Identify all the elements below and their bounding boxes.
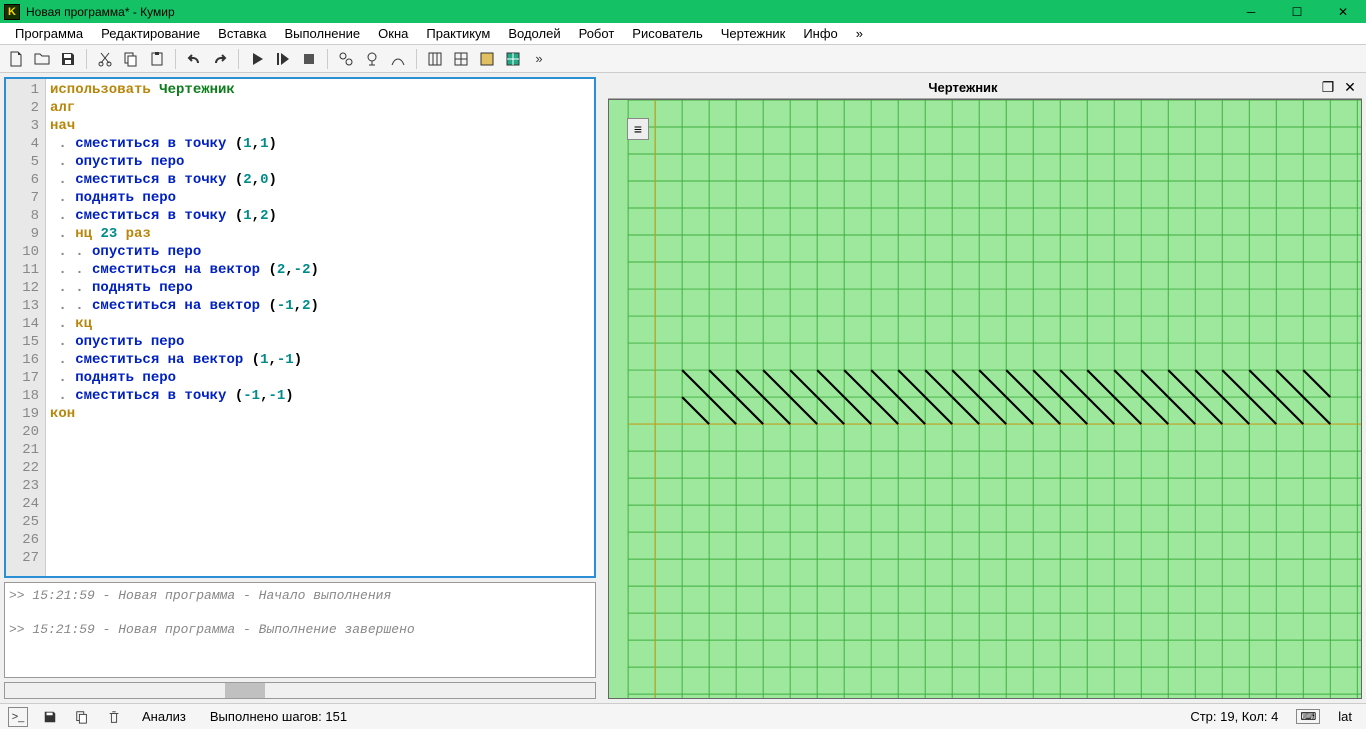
canvas-menu-button[interactable]: ≡ — [627, 118, 649, 140]
stop-icon[interactable] — [297, 47, 321, 71]
save-file-icon[interactable] — [56, 47, 80, 71]
actor-robot-icon[interactable] — [360, 47, 384, 71]
menu-Водолей[interactable]: Водолей — [499, 24, 569, 43]
view-grid1-icon[interactable] — [423, 47, 447, 71]
menu-Выполнение[interactable]: Выполнение — [275, 24, 369, 43]
run-icon[interactable] — [245, 47, 269, 71]
code-editor[interactable]: 1234567891011121314151617181920212223242… — [4, 77, 596, 578]
drawing-canvas[interactable]: ≡ — [608, 99, 1362, 699]
status-bar: >_ Анализ Выполнено шагов: 151 Стр: 19, … — [0, 703, 1366, 729]
drawer-panel-header: Чертежник ❐ ✕ — [608, 77, 1362, 99]
code-area[interactable]: использовать Чертежникалгнач . сместитьс… — [46, 79, 594, 576]
open-file-icon[interactable] — [30, 47, 54, 71]
menu-Редактирование[interactable]: Редактирование — [92, 24, 209, 43]
step-icon[interactable] — [271, 47, 295, 71]
menu-bar: ПрограммаРедактированиеВставкаВыполнение… — [0, 23, 1366, 45]
app-icon: K — [4, 4, 20, 20]
view-green-icon[interactable] — [501, 47, 525, 71]
panel-close-icon[interactable]: ✕ — [1340, 78, 1360, 98]
menu-Окна[interactable]: Окна — [369, 24, 417, 43]
actor-draw-icon[interactable] — [386, 47, 410, 71]
drawing-svg — [609, 100, 1361, 698]
view-paint-icon[interactable] — [475, 47, 499, 71]
horizontal-scrollbar[interactable] — [4, 682, 596, 699]
close-button[interactable]: ✕ — [1320, 0, 1366, 23]
menu-Программа[interactable]: Программа — [6, 24, 92, 43]
menu-Рисователь[interactable]: Рисователь — [623, 24, 711, 43]
status-lang: lat — [1332, 709, 1358, 724]
minimize-button[interactable]: ─ — [1228, 0, 1274, 23]
output-console[interactable]: >> 15:21:59 - Новая программа - Начало в… — [4, 582, 596, 678]
status-save-icon[interactable] — [40, 707, 60, 727]
drawer-panel-title: Чертежник — [608, 80, 1318, 95]
copy-icon[interactable] — [119, 47, 143, 71]
window-title: Новая программа* - Кумир — [26, 5, 1228, 19]
status-copy-icon[interactable] — [72, 707, 92, 727]
terminal-toggle-icon[interactable]: >_ — [8, 707, 28, 727]
line-gutter: 1234567891011121314151617181920212223242… — [6, 79, 46, 576]
toolbar: » — [0, 45, 1366, 73]
new-file-icon[interactable] — [4, 47, 28, 71]
menu-Вставка[interactable]: Вставка — [209, 24, 275, 43]
menu-Чертежник[interactable]: Чертежник — [712, 24, 795, 43]
title-bar: K Новая программа* - Кумир ─ ☐ ✕ — [0, 0, 1366, 23]
maximize-button[interactable]: ☐ — [1274, 0, 1320, 23]
paste-icon[interactable] — [145, 47, 169, 71]
menu-»[interactable]: » — [847, 24, 872, 43]
status-kb-layout-icon[interactable]: ⌨ — [1296, 709, 1320, 724]
cut-icon[interactable] — [93, 47, 117, 71]
actor-water-icon[interactable] — [334, 47, 358, 71]
view-grid2-icon[interactable] — [449, 47, 473, 71]
undo-icon[interactable] — [182, 47, 206, 71]
status-cursor-pos: Стр: 19, Кол: 4 — [1184, 709, 1284, 724]
panel-detach-icon[interactable]: ❐ — [1318, 78, 1338, 98]
status-steps: Выполнено шагов: 151 — [204, 709, 353, 724]
redo-icon[interactable] — [208, 47, 232, 71]
status-delete-icon[interactable] — [104, 707, 124, 727]
menu-Робот[interactable]: Робот — [570, 24, 624, 43]
menu-Практикум[interactable]: Практикум — [417, 24, 499, 43]
toolbar-overflow[interactable]: » — [527, 47, 551, 71]
status-analysis[interactable]: Анализ — [136, 709, 192, 724]
menu-Инфо[interactable]: Инфо — [794, 24, 846, 43]
